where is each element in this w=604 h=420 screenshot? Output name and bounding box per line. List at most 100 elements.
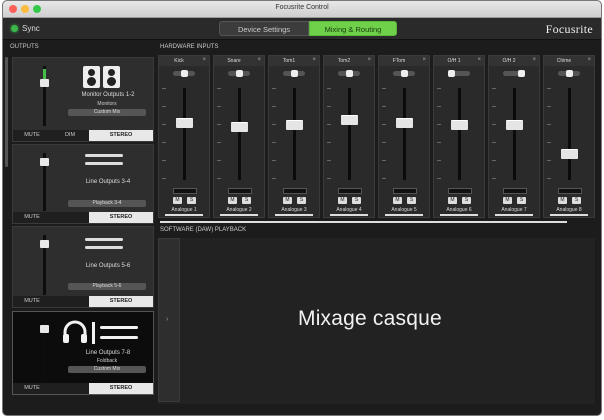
mute-button[interactable]: MUTE	[13, 296, 51, 307]
close-channel-icon[interactable]: ×	[257, 57, 261, 63]
hardware-inputs-scrollbar[interactable]	[160, 221, 567, 223]
fader-scale	[492, 88, 502, 180]
software-playback-section-label: SOFTWARE (DAW) PLAYBACK	[160, 227, 247, 233]
pan-knob[interactable]	[518, 70, 526, 77]
output-fader-knob[interactable]	[40, 78, 49, 87]
channel-fader-knob[interactable]	[451, 119, 468, 130]
close-channel-icon[interactable]: ×	[202, 57, 206, 63]
pan-control[interactable]	[503, 70, 526, 77]
channel-fader-knob[interactable]	[506, 119, 523, 130]
fader-tick	[382, 124, 386, 125]
pan-knob[interactable]	[235, 70, 243, 77]
playback-collapsed-strip[interactable]: ›	[158, 238, 180, 402]
channel-name: O/H 1	[447, 58, 461, 64]
outputs-section-label: OUTPUTS	[10, 44, 39, 50]
pan-knob[interactable]	[345, 70, 353, 77]
solo-button[interactable]: S	[187, 197, 196, 204]
channel-name: Snare	[227, 58, 241, 64]
stereo-button[interactable]: STEREO	[89, 130, 153, 141]
output-source-select[interactable]: Playback 3-4	[68, 200, 146, 207]
mute-button[interactable]: M	[228, 197, 237, 204]
channel-fader-knob[interactable]	[396, 117, 413, 128]
output-name: Line Outputs 5-6	[85, 263, 131, 269]
pan-control[interactable]	[228, 70, 250, 77]
pan-knob[interactable]	[180, 70, 188, 77]
pan-control[interactable]	[393, 70, 415, 77]
pan-knob[interactable]	[565, 70, 573, 77]
close-channel-icon[interactable]: ×	[587, 57, 591, 63]
output-fader-knob[interactable]	[40, 325, 49, 334]
output-source-select[interactable]: Custom Mix	[68, 109, 146, 116]
channel-source: Analogue 4	[336, 207, 362, 213]
mute-button[interactable]: M	[558, 197, 567, 204]
mute-button[interactable]: MUTE	[13, 383, 51, 394]
tab-device-settings[interactable]: Device Settings	[219, 21, 309, 36]
channel-source: Analogue 6	[446, 207, 472, 213]
solo-button[interactable]: S	[407, 197, 416, 204]
mute-button[interactable]: MUTE	[13, 212, 51, 223]
output-strip-line-7-8[interactable]: Line Outputs 7-8 Foldback Custom Mix MUT…	[12, 311, 154, 395]
mute-button[interactable]: M	[338, 197, 347, 204]
stereo-button[interactable]: STEREO	[89, 383, 153, 394]
close-channel-icon[interactable]: ×	[477, 57, 481, 63]
close-channel-icon[interactable]: ×	[312, 57, 316, 63]
pan-control[interactable]	[338, 70, 360, 77]
stereo-button[interactable]: STEREO	[89, 212, 153, 223]
output-source-select[interactable]: Playback 5-6	[68, 283, 146, 290]
solo-button[interactable]: S	[462, 197, 471, 204]
expand-arrow-icon[interactable]: ›	[166, 316, 168, 323]
fader-tick	[547, 178, 551, 179]
mute-button[interactable]: M	[283, 197, 292, 204]
title-bar: Focusrite Control	[3, 1, 601, 18]
solo-button[interactable]: S	[352, 197, 361, 204]
close-channel-icon[interactable]: ×	[422, 57, 426, 63]
solo-button[interactable]: S	[572, 197, 581, 204]
pan-control[interactable]	[173, 70, 195, 77]
mute-button[interactable]: M	[393, 197, 402, 204]
fader-scale	[437, 88, 447, 180]
solo-button[interactable]: S	[297, 197, 306, 204]
fader-tick	[437, 160, 441, 161]
output-fader-knob[interactable]	[40, 157, 49, 166]
channel-name: FTom	[392, 58, 406, 64]
pan-control[interactable]	[558, 70, 580, 77]
mute-button[interactable]: M	[448, 197, 457, 204]
output-source-select[interactable]: Custom Mix	[68, 366, 146, 373]
output-fader-knob[interactable]	[40, 240, 49, 248]
pan-knob[interactable]	[290, 70, 298, 77]
solo-button[interactable]: S	[517, 197, 526, 204]
fader-tick	[217, 106, 221, 107]
stereo-button[interactable]: STEREO	[89, 296, 153, 307]
pan-knob[interactable]	[400, 70, 408, 77]
channel-fader-knob[interactable]	[341, 115, 358, 126]
tab-mixing-routing[interactable]: Mixing & Routing	[309, 21, 397, 36]
output-strip-line-3-4[interactable]: Line Outputs 3-4 Playback 3-4 MUTE STERE…	[12, 144, 154, 224]
pan-control[interactable]	[447, 70, 470, 77]
output-buttons: MUTE STEREO	[13, 296, 153, 307]
outputs-scrollbar[interactable]	[5, 57, 8, 167]
channel-fader-knob[interactable]	[286, 119, 303, 130]
mute-button[interactable]: MUTE	[13, 130, 51, 141]
close-channel-icon[interactable]: ×	[367, 57, 371, 63]
close-channel-icon[interactable]: ×	[532, 57, 536, 63]
fader-tick	[382, 106, 386, 107]
input-channel: O/H 2 × M S Analogue 7	[488, 55, 540, 218]
output-strip-line-5-6[interactable]: Line Outputs 5-6 Playback 5-6 MUTE STERE…	[12, 226, 154, 308]
dim-button[interactable]: DIM	[51, 130, 89, 141]
line-output-icon	[85, 153, 123, 167]
fader-tick	[327, 124, 331, 125]
mute-button[interactable]: M	[173, 197, 182, 204]
pan-knob[interactable]	[447, 70, 455, 77]
channel-fader-knob[interactable]	[231, 121, 248, 132]
channel-fader-track	[458, 88, 461, 180]
output-sub-label: Monitors	[97, 101, 117, 107]
solo-button[interactable]: S	[242, 197, 251, 204]
headphones-icon	[63, 320, 138, 344]
fader-tick	[547, 106, 551, 107]
fader-tick	[492, 160, 496, 161]
mute-button[interactable]: M	[503, 197, 512, 204]
pan-control[interactable]	[283, 70, 305, 77]
output-strip-monitor[interactable]: Monitor Outputs 1-2 Monitors Custom Mix …	[12, 57, 154, 142]
channel-fader-knob[interactable]	[561, 149, 578, 160]
channel-fader-knob[interactable]	[176, 117, 193, 128]
